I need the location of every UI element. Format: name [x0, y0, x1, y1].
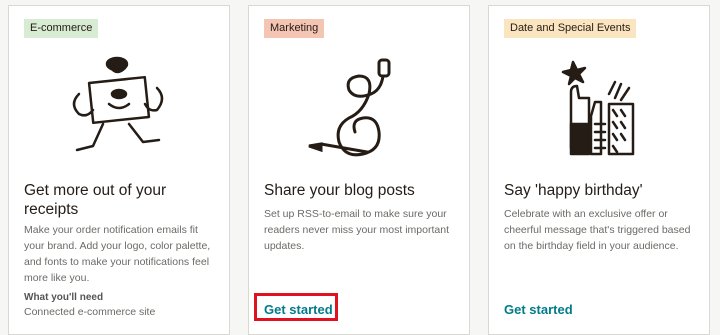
category-badge: Marketing	[264, 19, 325, 38]
card-blog-posts[interactable]: Marketing Share your blog posts Set up R…	[248, 5, 470, 335]
celebrating-hands-icon	[561, 60, 635, 156]
requirement-value: Connected e-commerce site	[24, 306, 156, 318]
ampersand-pencil-icon	[308, 58, 391, 157]
category-badge: E-commerce	[24, 19, 99, 38]
requirement-label: What you'll need	[24, 292, 104, 303]
person-holding-receipt-icon	[72, 56, 164, 152]
card-title: Share your blog posts	[264, 182, 415, 199]
get-started-link[interactable]: Get started	[504, 302, 573, 317]
highlight-box	[254, 293, 338, 321]
card-happy-birthday[interactable]: Date and Special Events Say 'happy birth…	[488, 5, 710, 335]
category-badge: Date and Special Events	[504, 19, 637, 38]
card-ecommerce-receipts[interactable]: E-commerce Get more out of your receipts…	[8, 5, 230, 335]
automation-cards: E-commerce Get more out of your receipts…	[0, 0, 720, 335]
card-description: Celebrate with an exclusive offer or che…	[504, 208, 691, 252]
card-description: Make your order notification emails fit …	[24, 224, 211, 284]
card-title: Get more out of your receipts	[24, 182, 167, 218]
card-title: Say 'happy birthday'	[504, 182, 643, 199]
card-description: Set up RSS-to-email to make sure your re…	[264, 208, 449, 252]
